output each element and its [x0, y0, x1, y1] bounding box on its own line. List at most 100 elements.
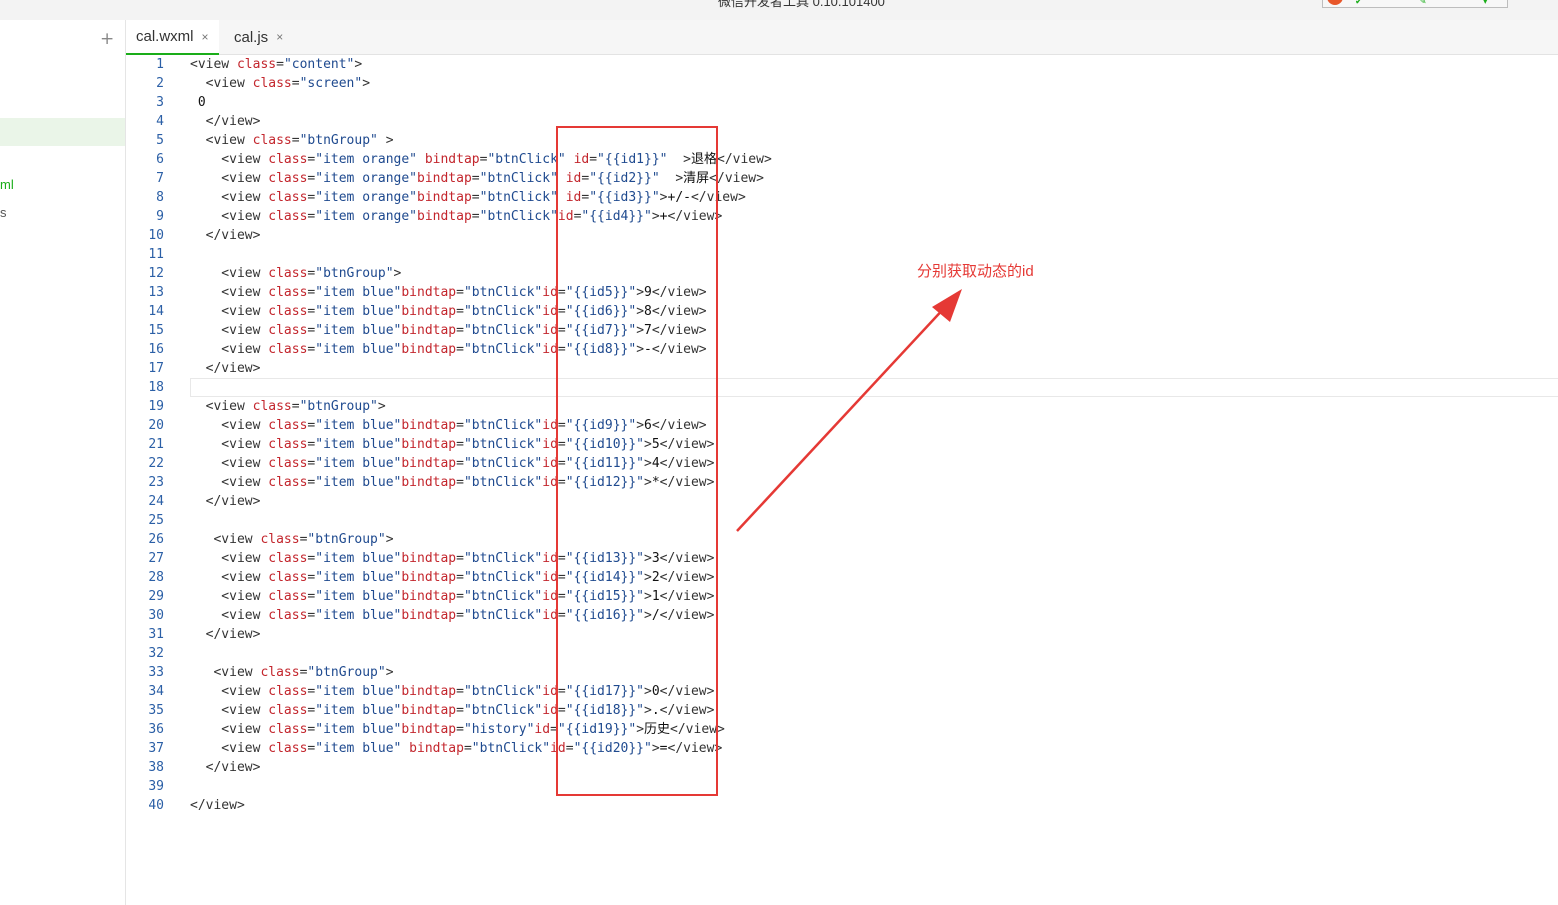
code-token: "item orange": [315, 209, 417, 224]
code-token: </view>: [190, 494, 261, 509]
code-token: <view: [190, 209, 269, 224]
code-line[interactable]: 38 </view>: [126, 758, 1558, 777]
code-line[interactable]: 6 <view class="item orange" bindtap="btn…: [126, 150, 1558, 169]
code-token: "btnClick": [463, 475, 543, 490]
code-line[interactable]: 28 <view class="item blue"bindtap="btnCl…: [126, 568, 1558, 587]
code-line[interactable]: 2 <view class="screen">: [126, 74, 1558, 93]
code-line[interactable]: 35 <view class="item blue"bindtap="btnCl…: [126, 701, 1558, 720]
code-token: =: [291, 133, 300, 148]
code-token: +: [659, 209, 668, 224]
code-line[interactable]: 39: [126, 777, 1558, 796]
code-line[interactable]: 12 <view class="btnGroup">: [126, 264, 1558, 283]
code-line[interactable]: 20 <view class="item blue"bindtap="btnCl…: [126, 416, 1558, 435]
code-token: =: [456, 684, 464, 699]
code-line[interactable]: 7 <view class="item orange"bindtap="btnC…: [126, 169, 1558, 188]
code-line[interactable]: 13 <view class="item blue"bindtap="btnCl…: [126, 283, 1558, 302]
code-line[interactable]: 19 <view class="btnGroup">: [126, 397, 1558, 416]
code-token: "{{id12}}": [565, 475, 645, 490]
line-number: 16: [148, 342, 164, 357]
code-line[interactable]: 21 <view class="item blue"bindtap="btnCl…: [126, 435, 1558, 454]
sidebar-file-wxss[interactable]: s: [0, 205, 7, 220]
code-token: class: [268, 703, 308, 718]
code-line[interactable]: 24 </view>: [126, 492, 1558, 511]
code-text: </view>: [190, 359, 261, 378]
code-token: <view: [190, 608, 269, 623]
code-line[interactable]: 23 <view class="item blue"bindtap="btnCl…: [126, 473, 1558, 492]
line-number: 22: [148, 456, 164, 471]
title-bar: 微信开发者工具 0.10.101400 ✔ ✎ ▾: [0, 0, 1558, 20]
code-token: "item orange": [315, 152, 417, 167]
code-token: class: [236, 57, 277, 72]
code-token: </view>: [659, 684, 715, 699]
code-token: </view>: [659, 437, 715, 452]
code-line[interactable]: 11: [126, 245, 1558, 264]
code-line[interactable]: 17 </view>: [126, 359, 1558, 378]
code-line[interactable]: 40 </view>: [126, 796, 1558, 815]
code-token: =: [557, 456, 566, 471]
code-token: "item blue": [315, 551, 402, 566]
close-icon[interactable]: ×: [202, 30, 209, 44]
line-number: 26: [148, 532, 164, 547]
close-icon[interactable]: ×: [276, 30, 283, 44]
code-token: class: [268, 608, 308, 623]
code-line[interactable]: 4 </view>: [126, 112, 1558, 131]
code-line[interactable]: 16 <view class="item blue"bindtap="btnCl…: [126, 340, 1558, 359]
code-line[interactable]: 33 <view class="btnGroup">: [126, 663, 1558, 682]
code-token: </view>: [190, 760, 261, 775]
title-controls[interactable]: ✔ ✎ ▾: [1322, 0, 1508, 8]
code-token: id: [542, 589, 558, 604]
code-token: <view: [190, 475, 269, 490]
code-line[interactable]: 22 <view class="item blue"bindtap="btnCl…: [126, 454, 1558, 473]
code-token: 0: [190, 95, 206, 110]
code-token: </view>: [659, 570, 715, 585]
tab-cal-wxml[interactable]: cal.wxml ×: [126, 20, 219, 55]
code-token: bindtap: [401, 304, 457, 319]
code-line[interactable]: 14 <view class="item blue"bindtap="btnCl…: [126, 302, 1558, 321]
code-line[interactable]: 30 <view class="item blue"bindtap="btnCl…: [126, 606, 1558, 625]
code-line[interactable]: 15 <view class="item blue"bindtap="btnCl…: [126, 321, 1558, 340]
code-line[interactable]: 26 <view class="btnGroup">: [126, 530, 1558, 549]
code-line[interactable]: 1 <view class="content">: [126, 55, 1558, 74]
code-line[interactable]: 10 </view>: [126, 226, 1558, 245]
code-token: >: [636, 418, 645, 433]
code-line[interactable]: 37 <view class="item blue" bindtap="btnC…: [126, 739, 1558, 758]
sidebar-selected-row[interactable]: [0, 118, 125, 146]
code-token: id: [573, 152, 590, 167]
code-token: *: [651, 475, 660, 490]
code-line[interactable]: 9 <view class="item orange"bindtap="btnC…: [126, 207, 1558, 226]
code-token: bindtap: [401, 342, 457, 357]
code-text: <view class="item blue"bindtap="btnClick…: [190, 340, 706, 359]
code-line[interactable]: 3 0: [126, 93, 1558, 112]
code-line[interactable]: 36 <view class="item blue"bindtap="histo…: [126, 720, 1558, 739]
code-line[interactable]: 34 <view class="item blue"bindtap="btnCl…: [126, 682, 1558, 701]
sidebar-file-wxml[interactable]: ml: [0, 177, 14, 192]
line-number: 1: [156, 57, 164, 72]
code-token: =: [471, 209, 480, 224]
app-logo-icon: [1327, 0, 1343, 5]
code-token: 9: [644, 285, 652, 300]
code-line[interactable]: 5 <view class="btnGroup" >: [126, 131, 1558, 150]
code-editor[interactable]: 1 <view class="content"> 2 <view class="sc…: [126, 55, 1558, 905]
code-text: <view class="item blue"bindtap="btnClick…: [190, 606, 714, 625]
code-text: </view>: [190, 796, 245, 815]
code-line[interactable]: 31 </view>: [126, 625, 1558, 644]
code-token: >: [385, 532, 394, 547]
code-line[interactable]: 8 <view class="item orange"bindtap="btnC…: [126, 188, 1558, 207]
code-token: id: [542, 570, 558, 585]
code-line[interactable]: 27 <view class="item blue"bindtap="btnCl…: [126, 549, 1558, 568]
code-token: "{{id10}}": [565, 437, 645, 452]
tab-cal-js[interactable]: cal.js ×: [224, 20, 293, 54]
code-text: <view class="btnGroup">: [190, 264, 401, 283]
code-token: "btnClick": [463, 703, 543, 718]
code-line[interactable]: 18: [126, 378, 1558, 397]
code-token: "item blue": [315, 456, 402, 471]
code-token: class: [268, 456, 308, 471]
line-number: 40: [148, 798, 164, 813]
code-line[interactable]: 25: [126, 511, 1558, 530]
code-token: </view>: [190, 627, 261, 642]
code-line[interactable]: 32: [126, 644, 1558, 663]
code-line[interactable]: 29 <view class="item blue"bindtap="btnCl…: [126, 587, 1558, 606]
code-token: >: [644, 703, 652, 718]
add-icon[interactable]: +: [100, 29, 114, 49]
